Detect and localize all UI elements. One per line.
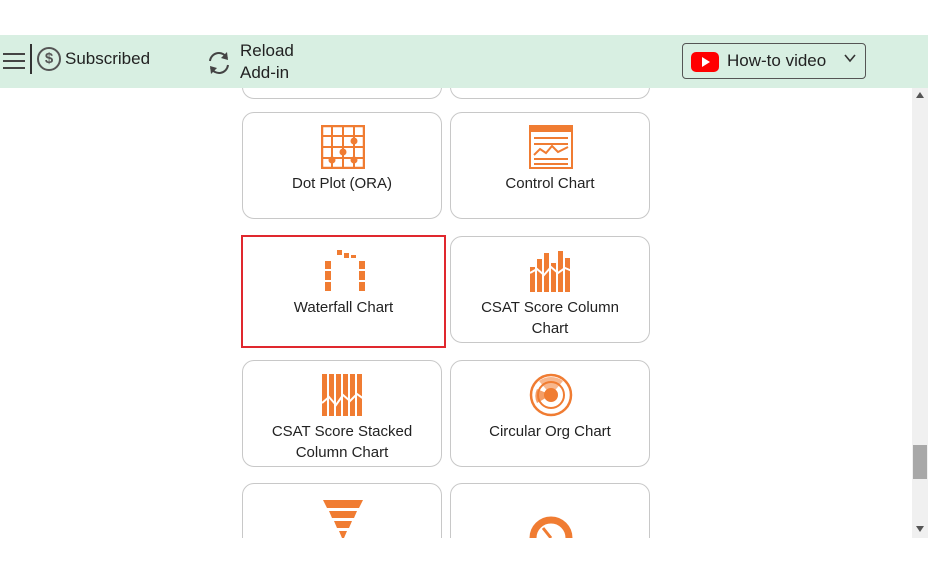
chevron-down-icon [844, 54, 856, 63]
chart-card-csat-stacked[interactable]: CSAT Score Stacked Column Chart [242, 360, 442, 467]
card-label: Control Chart [505, 175, 595, 192]
chart-card-circular-org[interactable]: Circular Org Chart [450, 360, 650, 467]
card-label: Chart [531, 320, 569, 337]
chart-card-csat-column[interactable]: CSAT Score Column Chart [450, 236, 650, 343]
card-label: CSAT Score Stacked [271, 423, 413, 440]
chart-gallery: Dot Plot (ORA) Control Chart Waterfall C [0, 88, 912, 538]
reload-icon[interactable] [205, 49, 233, 77]
add-in-toolbar: $ Subscribed Reload Add-in How-to video [0, 35, 928, 88]
chart-card[interactable] [242, 88, 442, 99]
dot-plot-icon [321, 125, 365, 169]
chart-card-waterfall[interactable]: Waterfall Chart [241, 235, 446, 348]
how-to-video-label: How-to video [727, 51, 827, 70]
scroll-down-icon[interactable] [916, 526, 924, 532]
dollar-icon: $ [37, 47, 61, 71]
reload-label-line2: Add-in [240, 63, 290, 82]
card-label: Waterfall Chart [293, 299, 394, 316]
card-label: CSAT Score Column [481, 299, 619, 316]
funnel-icon [323, 500, 363, 538]
chart-card-gauge[interactable] [450, 483, 650, 538]
scrollbar-thumb[interactable] [913, 445, 927, 479]
toolbar-divider [30, 44, 32, 74]
chart-card-funnel[interactable] [242, 483, 442, 538]
chart-card-control-chart[interactable]: Control Chart [450, 112, 650, 219]
card-label: Column Chart [295, 444, 389, 461]
waterfall-chart-icon [325, 250, 365, 291]
subscription-status[interactable]: Subscribed [65, 49, 150, 69]
chart-card[interactable] [450, 88, 650, 99]
card-label: Dot Plot (ORA) [291, 175, 393, 192]
gauge-icon [529, 516, 573, 538]
chart-card-dot-plot[interactable]: Dot Plot (ORA) [242, 112, 442, 219]
vertical-scrollbar[interactable] [912, 88, 928, 538]
control-chart-icon [529, 125, 573, 169]
circular-org-icon [529, 373, 573, 417]
how-to-video-dropdown[interactable]: How-to video [682, 43, 866, 79]
reload-add-in-button[interactable]: Reload Add-in [240, 40, 294, 84]
hamburger-menu-icon[interactable] [3, 49, 25, 73]
card-label: Circular Org Chart [489, 423, 611, 440]
csat-stacked-icon [321, 374, 365, 416]
csat-column-icon [529, 251, 573, 292]
reload-label-line1: Reload [240, 41, 294, 60]
scroll-up-icon[interactable] [916, 92, 924, 98]
youtube-icon [691, 52, 719, 72]
